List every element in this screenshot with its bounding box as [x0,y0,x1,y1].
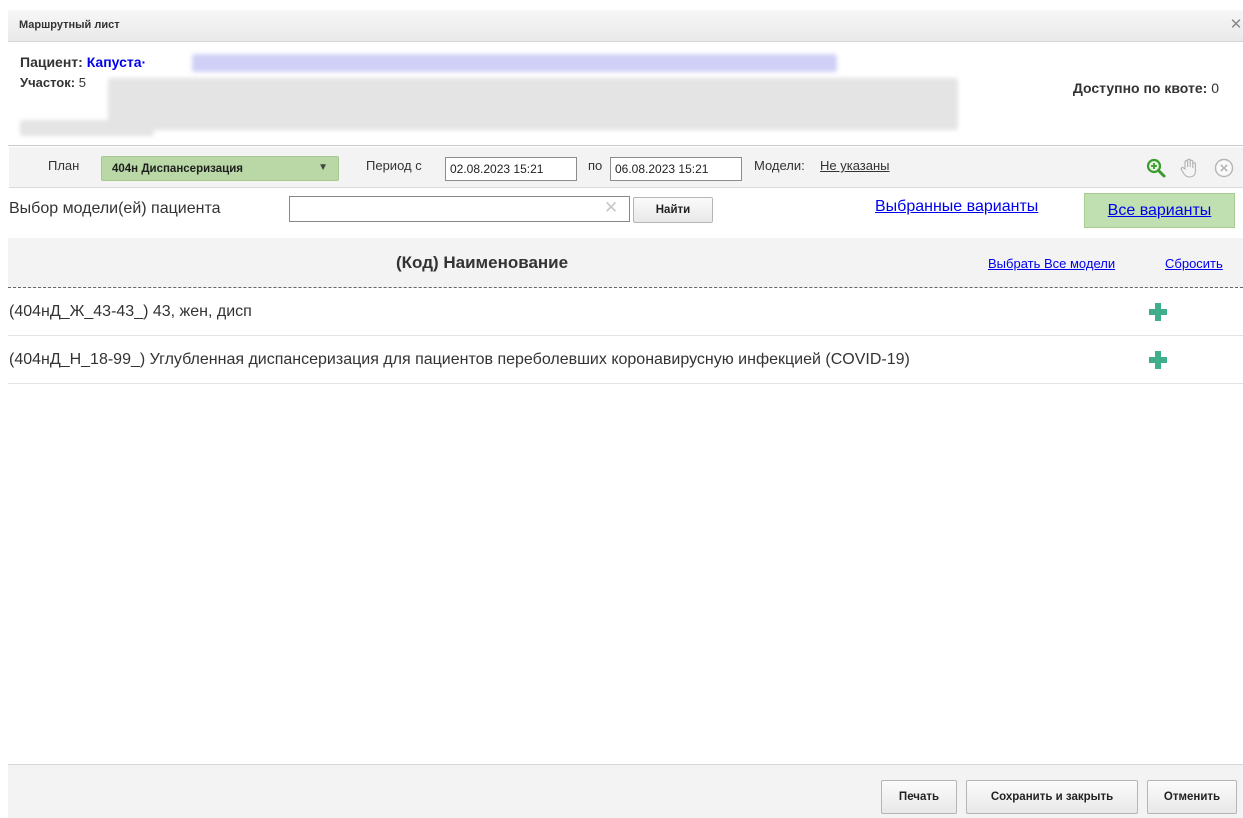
table-header: (Код) Наименование Выбрать Все модели Сб… [8,238,1243,288]
table-row: (404нД_Ж_43-43_) 43, жен, дисп [8,289,1243,336]
models-link[interactable]: Не указаны [820,158,890,173]
model-search-input[interactable] [289,196,630,222]
quota-label: Доступно по квоте: [1072,80,1208,96]
save-close-button[interactable]: Сохранить и закрыть [966,780,1138,814]
model-filter: Выбор модели(ей) пациента ✕ Найти Выбран… [8,188,1243,238]
reset-link[interactable]: Сбросить [1165,256,1223,271]
plus-icon[interactable] [1147,301,1169,323]
select-all-models-link[interactable]: Выбрать Все модели [988,256,1115,271]
selected-variants-link[interactable]: Выбранные варианты [875,198,1038,216]
date-to-input[interactable] [610,157,742,181]
filter-label: Выбор модели(ей) пациента [9,200,221,217]
print-button[interactable]: Печать [881,780,957,814]
zoom-in-icon[interactable] [1145,157,1167,179]
patient-info: Пациент: Капуста· Участок: 5 Доступно по… [8,42,1243,146]
dialog-footer: Печать Сохранить и закрыть Отменить [8,764,1243,818]
quota-value: 0 [1211,80,1219,96]
plan-toolbar: План 404н Диспансеризация ▼ Период с по … [9,147,1243,188]
district-row: Участок: 5 [20,75,86,90]
cancel-button[interactable]: Отменить [1147,780,1237,814]
column-header-name: (Код) Наименование [396,253,569,272]
district-redacted-2 [20,120,154,136]
all-variants-tab[interactable]: Все варианты [1084,193,1235,228]
patient-name-redacted [192,54,837,72]
patient-label: Пациент: [20,54,83,70]
close-icon[interactable]: ✕ [1229,17,1243,33]
district-redacted [108,78,958,130]
district-value: 5 [78,75,86,90]
period-from-label: Период с [366,158,422,173]
dialog-title: Маршрутный лист [19,19,120,31]
all-variants-link[interactable]: Все варианты [1108,202,1212,219]
plus-icon[interactable] [1147,349,1169,371]
quota-info: Доступно по квоте: 0 [1073,80,1219,96]
plan-select-value: 404н Диспансеризация [112,163,243,175]
models-label: Модели: [754,158,805,173]
chevron-down-icon: ▼ [318,162,328,173]
plan-select[interactable]: 404н Диспансеризация ▼ [101,156,339,181]
plan-label: План [48,158,80,173]
clear-x-icon[interactable]: ✕ [604,198,618,218]
row-text: (404нД_Ж_43-43_) 43, жен, дисп [9,303,252,320]
remove-circle-icon[interactable] [1213,157,1235,179]
route-sheet-dialog: Маршрутный лист ✕ Пациент: Капуста· Учас… [8,10,1243,818]
table-row: (404нД_Н_18-99_) Углубленная диспансериз… [8,337,1243,384]
district-label: Участок: [20,75,76,90]
period-to-label: по [588,158,603,173]
hand-icon[interactable] [1179,157,1201,179]
patient-row: Пациент: Капуста· [20,54,146,70]
dialog-titlebar: Маршрутный лист ✕ [8,10,1243,42]
date-from-input[interactable] [445,157,577,181]
patient-name[interactable]: Капуста· [87,54,147,70]
find-button[interactable]: Найти [633,197,713,223]
row-text: (404нД_Н_18-99_) Углубленная диспансериз… [9,351,910,368]
